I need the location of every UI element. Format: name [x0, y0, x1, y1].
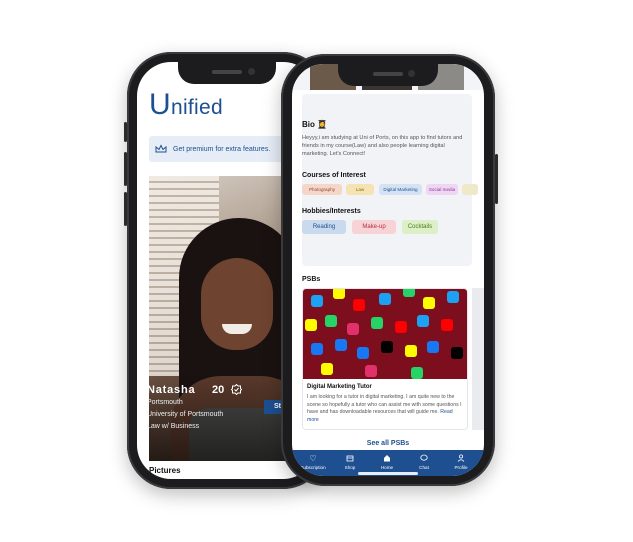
- nav-shop[interactable]: Shop: [331, 454, 369, 470]
- student-emoji-icon: 👩‍🎓: [317, 120, 328, 129]
- psb-card-next[interactable]: [472, 288, 484, 430]
- profile-name: Natasha: [147, 384, 196, 396]
- nav-profile[interactable]: Profile: [442, 454, 480, 470]
- pictures-heading: Pictures: [149, 466, 181, 475]
- courses-heading: Courses of Interest: [302, 172, 366, 179]
- home-icon: [368, 454, 406, 464]
- phone-front: Bio 👩‍🎓 Heyyy,i am studying at Uni of Po…: [281, 54, 498, 486]
- hobbies-heading: Hobbies/Interests: [302, 208, 361, 215]
- psb-title: Digital Marketing Tutor: [307, 384, 372, 390]
- psb-card[interactable]: Digital Marketing Tutor I am looking for…: [302, 288, 468, 430]
- course-chip[interactable]: [462, 184, 478, 195]
- profile-icon: [442, 454, 480, 464]
- heart-icon: ♡: [309, 454, 317, 463]
- chat-icon: [405, 454, 443, 464]
- home-indicator: [358, 472, 418, 475]
- detail-screen: Bio 👩‍🎓 Heyyy,i am studying at Uni of Po…: [292, 64, 484, 476]
- volume-down-button: [124, 192, 127, 226]
- hobby-chip[interactable]: Make-up: [352, 220, 396, 234]
- profile-university: University of Portsmouth: [147, 411, 224, 418]
- notch: [338, 64, 438, 86]
- side-button: [495, 154, 498, 204]
- course-chip[interactable]: Social media: [426, 184, 458, 195]
- notch: [178, 62, 276, 84]
- hobby-chip[interactable]: Reading: [302, 220, 346, 234]
- bio-text: Heyyy,i am studying at Uni of Ports, on …: [302, 135, 463, 157]
- profile-details-card: [302, 94, 472, 266]
- see-all-psbs-link[interactable]: See all PSBs: [292, 440, 484, 447]
- profile-age: 20: [212, 384, 225, 396]
- course-chip[interactable]: Digital Marketing: [379, 184, 422, 195]
- mockup-stage: Unified Get premium for extra features. …: [0, 0, 633, 542]
- profile-city: Portsmouth: [147, 399, 183, 406]
- course-chip[interactable]: Photography: [302, 184, 342, 195]
- nav-home[interactable]: Home: [368, 454, 406, 470]
- psb-description: I am looking for a tutor in digital mark…: [307, 394, 462, 423]
- profile-course: Law w/ Business: [147, 423, 200, 430]
- nav-subscription[interactable]: ♡ Subscription: [294, 454, 332, 470]
- social-media-apps-image: [303, 289, 467, 379]
- premium-text: Get premium for extra features.: [173, 145, 271, 153]
- bio-heading: Bio 👩‍🎓: [302, 120, 328, 129]
- hobby-chip[interactable]: Cocktails: [402, 220, 438, 234]
- volume-up-button: [124, 152, 127, 186]
- course-chip[interactable]: Law: [346, 184, 374, 195]
- crown-icon: [155, 144, 167, 153]
- verified-badge-icon: [231, 384, 242, 395]
- mute-switch: [124, 122, 127, 142]
- psbs-heading: PSBs: [302, 276, 321, 283]
- shop-icon: [331, 454, 369, 464]
- app-logo: Unified: [149, 88, 223, 121]
- nav-chat[interactable]: Chat: [405, 454, 443, 470]
